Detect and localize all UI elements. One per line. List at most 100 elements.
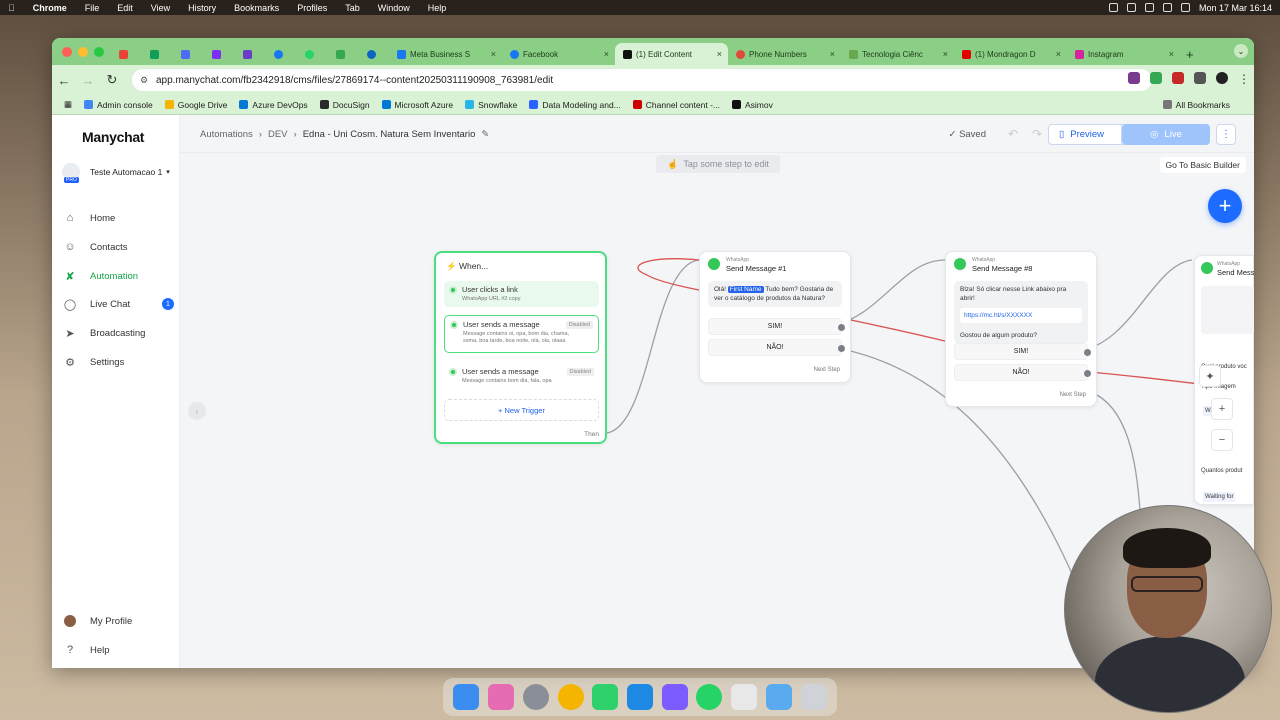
site-settings-icon[interactable]: ⚙: [140, 75, 148, 86]
finder-icon[interactable]: [453, 684, 480, 710]
browser-tab[interactable]: Phone Numbers ×: [728, 43, 841, 65]
connection-port[interactable]: [838, 324, 845, 331]
all-bookmarks[interactable]: All Bookmarks: [1162, 100, 1230, 110]
new-tab-button[interactable]: +: [1186, 43, 1194, 65]
app-icon[interactable]: [592, 684, 619, 710]
close-tab-icon[interactable]: ×: [491, 49, 496, 59]
reply-button-yes[interactable]: SIM!: [708, 318, 845, 335]
close-tab-icon[interactable]: ×: [717, 49, 722, 59]
chrome-menu-icon[interactable]: ⋮: [1238, 72, 1250, 86]
pinned-tab[interactable]: [265, 43, 296, 65]
zoom-out-button[interactable]: −: [1211, 429, 1233, 451]
trash-icon[interactable]: [800, 684, 827, 710]
browser-tab[interactable]: Facebook ×: [502, 43, 615, 65]
launchpad-icon[interactable]: [488, 684, 515, 710]
status-icon[interactable]: [1126, 3, 1136, 12]
connection-port[interactable]: [838, 345, 845, 352]
bookmark-item[interactable]: Microsoft Azure: [381, 100, 453, 110]
pinned-tab[interactable]: [327, 43, 358, 65]
close-tab-icon[interactable]: ×: [604, 49, 609, 59]
app-icon[interactable]: [731, 684, 758, 710]
new-trigger-button[interactable]: + New Trigger: [444, 399, 599, 421]
menu-view[interactable]: View: [151, 3, 170, 13]
browser-tab[interactable]: Tecnologia Ciênc ×: [841, 43, 954, 65]
menu-tab[interactable]: Tab: [345, 3, 360, 13]
bookmark-icon: [239, 100, 249, 109]
sheets-icon: [150, 49, 159, 59]
clock[interactable]: Mon 17 Mar 16:14: [1199, 3, 1272, 13]
status-icon[interactable]: [1144, 3, 1154, 12]
browser-tab[interactable]: (1) Mondragon D ×: [954, 43, 1067, 65]
status-icon[interactable]: [1108, 3, 1118, 12]
reload-icon[interactable]: ↻: [100, 72, 124, 88]
menu-edit[interactable]: Edit: [117, 3, 133, 13]
pinned-tab[interactable]: [203, 43, 234, 65]
close-tab-icon[interactable]: ×: [943, 49, 948, 59]
bookmark-item[interactable]: Asimov: [731, 100, 773, 110]
vscode-icon[interactable]: [626, 684, 653, 710]
trigger-node[interactable]: ⚡ When... User clicks a link WhatsApp UR…: [434, 251, 607, 444]
next-step-port[interactable]: Next Step: [1060, 392, 1086, 398]
apps-grid-icon[interactable]: ▦: [64, 99, 72, 110]
trigger-row[interactable]: User sends a message Message contains oi…: [444, 315, 599, 353]
pinned-tab[interactable]: [172, 43, 203, 65]
bookmark-item[interactable]: Data Modeling and...: [529, 100, 621, 110]
pinned-tab[interactable]: [234, 43, 265, 65]
battery-icon[interactable]: [1180, 3, 1190, 12]
close-tab-icon[interactable]: ×: [830, 49, 835, 59]
extensions-puzzle-icon[interactable]: [1194, 72, 1206, 84]
menu-history[interactable]: History: [188, 3, 216, 13]
bookmark-item[interactable]: Azure DevOps: [239, 100, 308, 110]
zoom-window-button[interactable]: [94, 47, 104, 57]
browser-tab-active[interactable]: (1) Edit Content ×: [615, 43, 728, 65]
menu-window[interactable]: Window: [378, 3, 410, 13]
bookmark-item[interactable]: Google Drive: [164, 100, 227, 110]
pinned-tab[interactable]: [110, 43, 141, 65]
browser-tab[interactable]: Meta Business S ×: [389, 43, 502, 65]
menu-help[interactable]: Help: [428, 3, 447, 13]
menu-bookmarks[interactable]: Bookmarks: [234, 3, 279, 13]
close-window-button[interactable]: [62, 47, 72, 57]
menu-file[interactable]: File: [85, 3, 100, 13]
pdf-extension-icon[interactable]: [1172, 72, 1184, 84]
reply-button-no[interactable]: NÃO!: [708, 339, 845, 356]
send-message-8-node[interactable]: WhatsApp Send Message #8 Blza! Só clicar…: [945, 251, 1097, 407]
bookmark-item[interactable]: Snowflake: [465, 100, 517, 110]
zoom-in-button[interactable]: +: [1211, 398, 1233, 420]
forward-icon[interactable]: →: [76, 73, 100, 88]
connection-port[interactable]: [1084, 349, 1091, 356]
magic-wand-icon[interactable]: ✦: [1199, 365, 1221, 387]
bookmark-item[interactable]: DocuSign: [319, 100, 370, 110]
app-icon[interactable]: [661, 684, 688, 710]
reply-button-yes[interactable]: SIM!: [954, 343, 1091, 360]
wifi-icon[interactable]: [1162, 3, 1172, 12]
reply-button-no[interactable]: NÃO!: [954, 364, 1091, 381]
pinned-tab[interactable]: [296, 43, 327, 65]
send-message-1-node[interactable]: WhatsApp Send Message #1 Olá! First Name…: [699, 251, 851, 383]
url-field[interactable]: ⚙ app.manychat.com/fb2342918/cms/files/2…: [132, 69, 1152, 91]
tab-search-chevron-icon[interactable]: ⌄: [1234, 44, 1248, 58]
back-icon[interactable]: ←: [52, 73, 76, 88]
menu-app-name[interactable]: Chrome: [33, 3, 67, 13]
trigger-row[interactable]: User clicks a link WhatsApp URL #2 copy: [444, 281, 599, 307]
next-step-port[interactable]: Next Step: [814, 367, 840, 373]
connection-port[interactable]: [1084, 370, 1091, 377]
chrome-icon[interactable]: [557, 684, 584, 710]
whatsapp-icon[interactable]: [696, 684, 723, 710]
pinned-tab[interactable]: [358, 43, 389, 65]
minimize-window-button[interactable]: [78, 47, 88, 57]
bookmark-item[interactable]: Channel content -...: [632, 100, 720, 110]
trigger-row[interactable]: User sends a message Message contains bo…: [444, 363, 599, 389]
bookmark-item[interactable]: Admin console: [84, 100, 153, 110]
extension-icon[interactable]: [1150, 72, 1162, 84]
system-settings-icon[interactable]: [522, 684, 549, 710]
browser-tab[interactable]: Instagram ×: [1067, 43, 1180, 65]
profile-avatar[interactable]: [1216, 72, 1228, 84]
extension-icon[interactable]: [1128, 72, 1140, 84]
apple-icon[interactable]: : [8, 3, 15, 13]
pinned-tab[interactable]: [141, 43, 172, 65]
downloads-folder-icon[interactable]: [765, 684, 792, 710]
menu-profiles[interactable]: Profiles: [297, 3, 327, 13]
close-tab-icon[interactable]: ×: [1056, 49, 1061, 59]
close-tab-icon[interactable]: ×: [1169, 49, 1174, 59]
